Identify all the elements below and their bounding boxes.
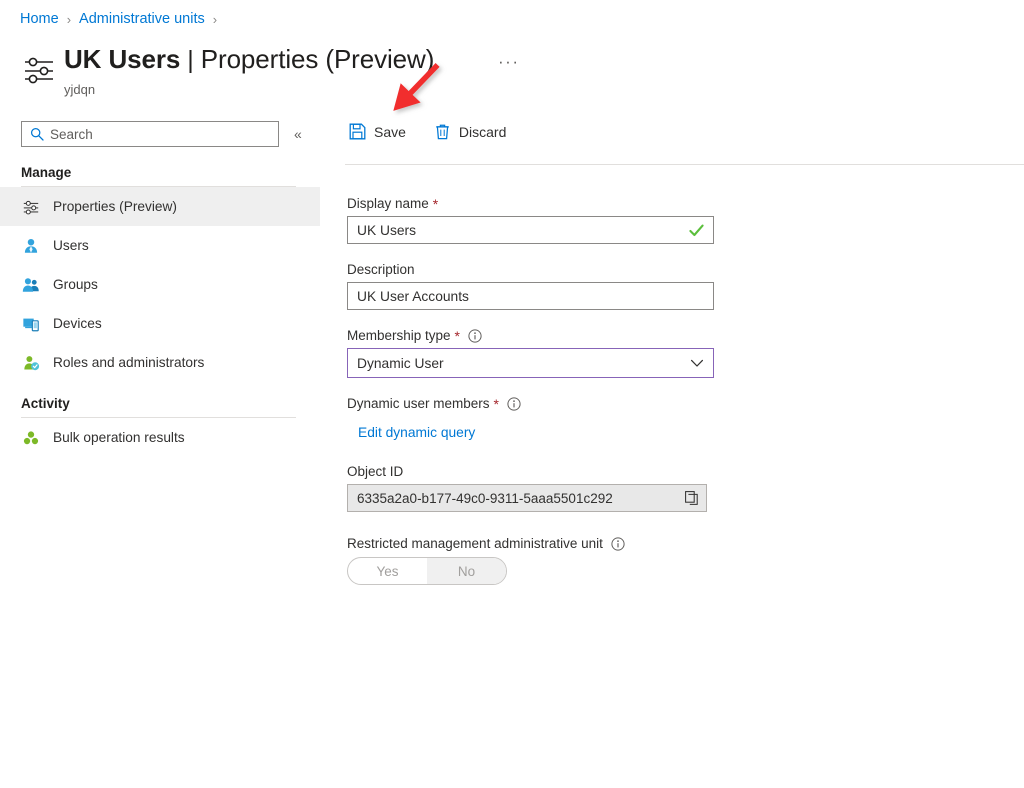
description-input[interactable]: UK User Accounts: [347, 282, 714, 310]
more-options-button[interactable]: ···: [498, 52, 519, 72]
search-box[interactable]: [21, 121, 279, 147]
field-restricted-management: Restricted management administrative uni…: [347, 536, 717, 585]
group-icon: [21, 275, 41, 295]
sidebar-item-users[interactable]: Users: [0, 226, 320, 265]
collapse-sidebar-icon[interactable]: «: [294, 126, 302, 142]
field-membership-type: Membership type * Dynamic User: [347, 328, 717, 378]
chevron-down-icon: [689, 355, 705, 371]
restricted-management-label: Restricted management administrative uni…: [347, 536, 717, 551]
membership-type-dropdown[interactable]: Dynamic User: [347, 348, 714, 378]
sidebar-item-label: Devices: [53, 316, 102, 331]
azure-portal-page: Home › Administrative units › UK Users |…: [0, 0, 1024, 788]
display-name-input[interactable]: UK Users: [347, 216, 714, 244]
breadcrumb-separator-icon: ›: [213, 12, 217, 27]
page-subtitle: yjdqn: [64, 82, 95, 97]
object-id-label: Object ID: [347, 464, 717, 479]
sidebar-group-activity-label: Activity: [0, 396, 320, 417]
command-bar-divider: [345, 164, 1024, 165]
save-button-label: Save: [374, 124, 406, 140]
display-name-label: Display name *: [347, 196, 717, 211]
sidebar-navigation: Manage Properties (Preview): [0, 165, 320, 457]
sliders-settings-icon: [22, 52, 56, 86]
page-title-divider: |: [187, 46, 194, 75]
membership-type-label: Membership type *: [347, 328, 717, 343]
sidebar-group-manage-label: Manage: [0, 165, 320, 186]
sidebar-item-label: Properties (Preview): [53, 199, 177, 214]
breadcrumb-separator-icon: ›: [67, 12, 71, 27]
page-title: UK Users | Properties (Preview): [64, 44, 434, 75]
display-name-value[interactable]: UK Users: [357, 223, 688, 238]
breadcrumb-item-administrative-units[interactable]: Administrative units: [79, 11, 205, 27]
command-bar: Save Discard: [347, 121, 508, 142]
breadcrumb: Home › Administrative units ›: [20, 11, 225, 27]
breadcrumb-item-home[interactable]: Home: [20, 11, 59, 27]
save-floppy-icon: [349, 123, 366, 140]
search-input[interactable]: [50, 127, 272, 142]
field-description: Description UK User Accounts: [347, 262, 717, 310]
save-button[interactable]: Save: [347, 121, 408, 142]
copy-icon[interactable]: [684, 490, 700, 506]
sidebar-item-label: Roles and administrators: [53, 355, 204, 370]
sidebar-item-label: Bulk operation results: [53, 430, 185, 445]
discard-button-label: Discard: [459, 124, 506, 140]
dynamic-user-members-label: Dynamic user members *: [347, 396, 717, 411]
sidebar-item-properties[interactable]: Properties (Preview): [0, 187, 320, 226]
sidebar-item-bulk-operation-results[interactable]: Bulk operation results: [0, 418, 320, 457]
restricted-management-toggle[interactable]: Yes No: [347, 557, 507, 585]
required-indicator: *: [455, 329, 460, 343]
properties-form: Display name * UK Users Description UK U…: [347, 196, 717, 603]
object-id-input: 6335a2a0-b177-49c0-9311-5aaa5501c292: [347, 484, 707, 512]
page-title-section: Properties (Preview): [201, 44, 435, 75]
toggle-option-yes[interactable]: Yes: [348, 558, 427, 584]
membership-type-label-text: Membership type: [347, 328, 451, 343]
user-icon: [21, 236, 41, 256]
field-dynamic-user-members: Dynamic user members * Edit dynamic quer…: [347, 396, 717, 442]
toggle-option-no[interactable]: No: [427, 558, 506, 584]
info-icon[interactable]: [468, 329, 482, 343]
green-check-icon: [688, 222, 705, 239]
restricted-management-label-text: Restricted management administrative uni…: [347, 536, 603, 551]
sidebar-item-groups[interactable]: Groups: [0, 265, 320, 304]
info-icon[interactable]: [611, 537, 625, 551]
sliders-settings-icon: [21, 197, 41, 217]
sidebar-spacer: [0, 382, 320, 396]
page-title-resource: UK Users: [64, 44, 180, 75]
sidebar-item-devices[interactable]: Devices: [0, 304, 320, 343]
search-icon: [30, 127, 44, 141]
description-label: Description: [347, 262, 717, 277]
trash-icon: [434, 123, 451, 140]
description-label-text: Description: [347, 262, 415, 277]
bulk-operations-icon: [21, 428, 41, 448]
object-id-label-text: Object ID: [347, 464, 403, 479]
field-object-id: Object ID 6335a2a0-b177-49c0-9311-5aaa55…: [347, 464, 717, 512]
role-user-icon: [21, 353, 41, 373]
dynamic-user-members-label-text: Dynamic user members: [347, 396, 490, 411]
discard-button[interactable]: Discard: [432, 121, 508, 142]
field-display-name: Display name * UK Users: [347, 196, 717, 244]
devices-icon: [21, 314, 41, 334]
required-indicator: *: [433, 197, 438, 211]
object-id-value: 6335a2a0-b177-49c0-9311-5aaa5501c292: [357, 491, 684, 506]
edit-dynamic-query-link[interactable]: Edit dynamic query: [358, 425, 475, 440]
description-value[interactable]: UK User Accounts: [357, 289, 705, 304]
sidebar-item-roles-and-administrators[interactable]: Roles and administrators: [0, 343, 320, 382]
display-name-label-text: Display name: [347, 196, 429, 211]
info-icon[interactable]: [507, 397, 521, 411]
required-indicator: *: [494, 397, 499, 411]
membership-type-value: Dynamic User: [357, 356, 689, 371]
sidebar-item-label: Users: [53, 238, 89, 253]
sidebar-item-label: Groups: [53, 277, 98, 292]
